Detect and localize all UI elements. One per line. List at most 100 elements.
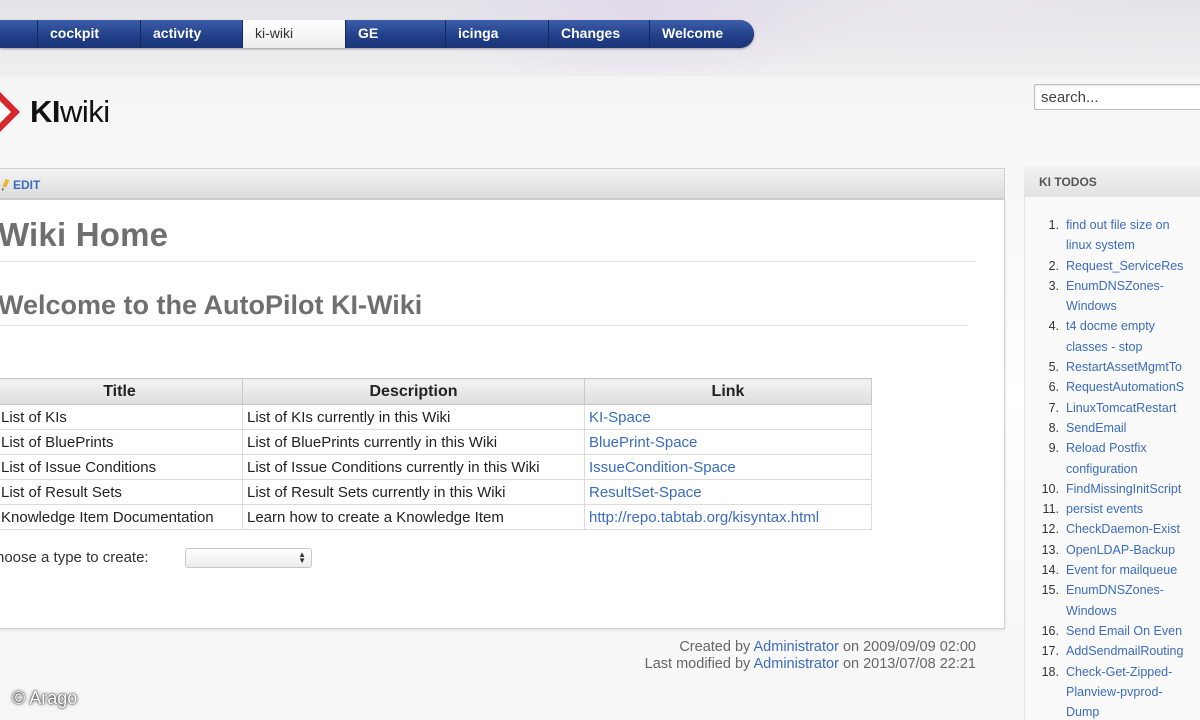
kiwiki-logo[interactable]: KIwiki (0, 88, 110, 136)
cell-link: BluePrint-Space (584, 429, 872, 455)
todo-number: 5. (1048, 360, 1059, 375)
issuecondition-space-link[interactable]: IssueCondition-Space (589, 459, 736, 476)
created-info: Created by Administrator on 2009/09/09 0… (679, 639, 976, 655)
nav-tab-welcome[interactable]: Welcome (650, 20, 754, 48)
select-arrows-icon: ▲ ▼ (298, 550, 306, 565)
ki-space-link[interactable]: KI-Space (589, 409, 651, 426)
todo-number: 14. (1041, 563, 1059, 578)
created-by-user-link[interactable]: Administrator (754, 639, 839, 655)
nav-tab-changes[interactable]: Changes (549, 20, 650, 48)
cell-link: IssueCondition-Space (584, 454, 872, 480)
create-type-select[interactable]: ▲ ▼ (185, 548, 312, 568)
todo-item: 5. RestartAssetMgmtTo (1025, 357, 1200, 377)
table-row: List of Result Sets List of Result Sets … (0, 479, 872, 505)
todo-number: 11. (1042, 502, 1059, 517)
main-navigation: cockpit activity ki-wiki GE icinga Chang… (0, 20, 754, 48)
todo-number: 9. (1048, 441, 1059, 456)
ki-overview-table: Title Description Link List of KIs List … (0, 378, 872, 530)
todo-number: 12. (1041, 522, 1059, 537)
modified-by-user-link[interactable]: Administrator (754, 656, 839, 672)
todo-link[interactable]: RestartAssetMgmtTo (1066, 357, 1200, 377)
title-divider (0, 261, 976, 262)
kiwiki-logo-icon (0, 92, 20, 132)
todo-item: 17. AddSendmailRouting (1025, 641, 1200, 661)
create-type-label: hoose a type to create: (0, 549, 149, 566)
nav-tab-hidden[interactable] (0, 20, 38, 48)
todo-item: 18. Check-Get-Zipped-Planview-pvprod-Dump (1025, 662, 1200, 720)
copyright-watermark: © Arago (12, 688, 78, 708)
edit-button[interactable]: EDIT (0, 178, 40, 192)
todos-title: KI TODOS (1039, 175, 1097, 189)
todo-link[interactable]: Request_ServiceRes (1066, 256, 1200, 276)
todo-item: 6. RequestAutomationS (1025, 377, 1200, 397)
resultset-space-link[interactable]: ResultSet-Space (589, 484, 702, 501)
cell-description: List of Result Sets currently in this Wi… (242, 479, 585, 505)
todo-link[interactable]: SendEmail (1066, 418, 1200, 438)
todo-item: 3. EnumDNSZones-Windows (1025, 276, 1200, 317)
heading-divider (0, 325, 968, 326)
cell-title: List of BluePrints (0, 429, 243, 455)
cell-description: List of Issue Conditions currently in th… (242, 454, 585, 480)
todo-number: 4. (1048, 319, 1059, 334)
todo-item: 1. find out file size on linux system (1025, 215, 1200, 256)
todo-link[interactable]: FindMissingInitScript (1066, 479, 1200, 499)
search-input[interactable] (1034, 84, 1200, 110)
todo-link[interactable]: Event for mailqueue (1066, 560, 1200, 580)
todo-link[interactable]: OpenLDAP-Backup (1066, 540, 1200, 560)
nav-tab-ge[interactable]: GE (346, 20, 446, 48)
todo-number: 1. (1048, 218, 1059, 232)
todo-item: 13. OpenLDAP-Backup (1025, 540, 1200, 560)
todo-number: 13. (1041, 542, 1059, 557)
todo-link[interactable]: Check-Get-Zipped-Planview-pvprod-Dump (1066, 662, 1188, 720)
edit-label: EDIT (13, 178, 41, 192)
table-row: List of Issue Conditions List of Issue C… (0, 454, 872, 480)
todo-link[interactable]: EnumDNSZones-Windows (1066, 580, 1188, 621)
todo-link[interactable]: t4 docme empty classes - stop (1066, 316, 1188, 357)
cell-description: List of BluePrints currently in this Wik… (242, 429, 585, 455)
cell-title: List of KIs (0, 404, 243, 430)
cell-title: Knowledge Item Documentation (0, 504, 243, 530)
cell-description: Learn how to create a Knowledge Item (242, 504, 585, 530)
table-row: Knowledge Item Documentation Learn how t… (0, 504, 872, 530)
todo-link[interactable]: Send Email On Even (1066, 621, 1200, 641)
todos-header: KI TODOS (1024, 167, 1200, 197)
todo-item: 10. FindMissingInitScript (1025, 479, 1200, 499)
todo-item: 14. Event for mailqueue (1025, 560, 1200, 580)
todo-link[interactable]: persist events (1066, 499, 1200, 519)
column-header-description: Description (242, 378, 585, 405)
table-row: List of BluePrints List of BluePrints cu… (0, 429, 872, 455)
todo-item: 9. Reload Postfix configuration (1025, 438, 1200, 479)
nav-tab-icinga[interactable]: icinga (446, 20, 549, 48)
pencil-icon (2, 179, 10, 191)
todo-item: 2. Request_ServiceRes (1025, 256, 1200, 276)
cell-title: List of Result Sets (0, 479, 243, 505)
todo-item: 15. EnumDNSZones-Windows (1025, 580, 1200, 621)
todo-list: 1. find out file size on linux system 2. Re… (1025, 215, 1200, 720)
modified-info: Last modified by Administrator on 2013/0… (644, 656, 976, 672)
todo-number: 2. (1048, 258, 1059, 273)
nav-tab-cockpit[interactable]: cockpit (38, 20, 141, 48)
todo-number: 8. (1048, 420, 1059, 435)
todo-link[interactable]: EnumDNSZones-Windows (1066, 276, 1188, 317)
table-header-row: Title Description Link (0, 378, 872, 405)
nav-tab-ki-wiki[interactable]: ki-wiki (243, 20, 346, 48)
welcome-heading: Welcome to the AutoPilot KI-Wiki (0, 290, 423, 320)
blueprint-space-link[interactable]: BluePrint-Space (589, 434, 697, 451)
nav-tab-activity[interactable]: activity (141, 20, 243, 48)
column-header-title: Title (0, 378, 243, 405)
todo-number: 6. (1048, 380, 1059, 395)
table-row: List of KIs List of KIs currently in thi… (0, 404, 872, 430)
page-title: Wiki Home (0, 216, 169, 253)
cell-description: List of KIs currently in this Wiki (242, 404, 585, 430)
todo-link[interactable]: CheckDaemon-Exist (1066, 519, 1200, 539)
kisyntax-doc-link[interactable]: http://repo.tabtab.org/kisyntax.html (589, 509, 819, 526)
todo-link[interactable]: Reload Postfix configuration (1066, 438, 1188, 479)
todo-link[interactable]: find out file size on linux system (1066, 215, 1188, 256)
todo-link[interactable]: AddSendmailRouting (1066, 641, 1200, 661)
todo-number: 7. (1048, 400, 1059, 415)
todo-number: 18. (1041, 664, 1059, 679)
todo-link[interactable]: LinuxTomcatRestart (1066, 398, 1200, 418)
todo-number: 15. (1041, 583, 1059, 598)
todo-item: 11. persist events (1025, 499, 1200, 519)
todo-link[interactable]: RequestAutomationS (1066, 377, 1200, 397)
